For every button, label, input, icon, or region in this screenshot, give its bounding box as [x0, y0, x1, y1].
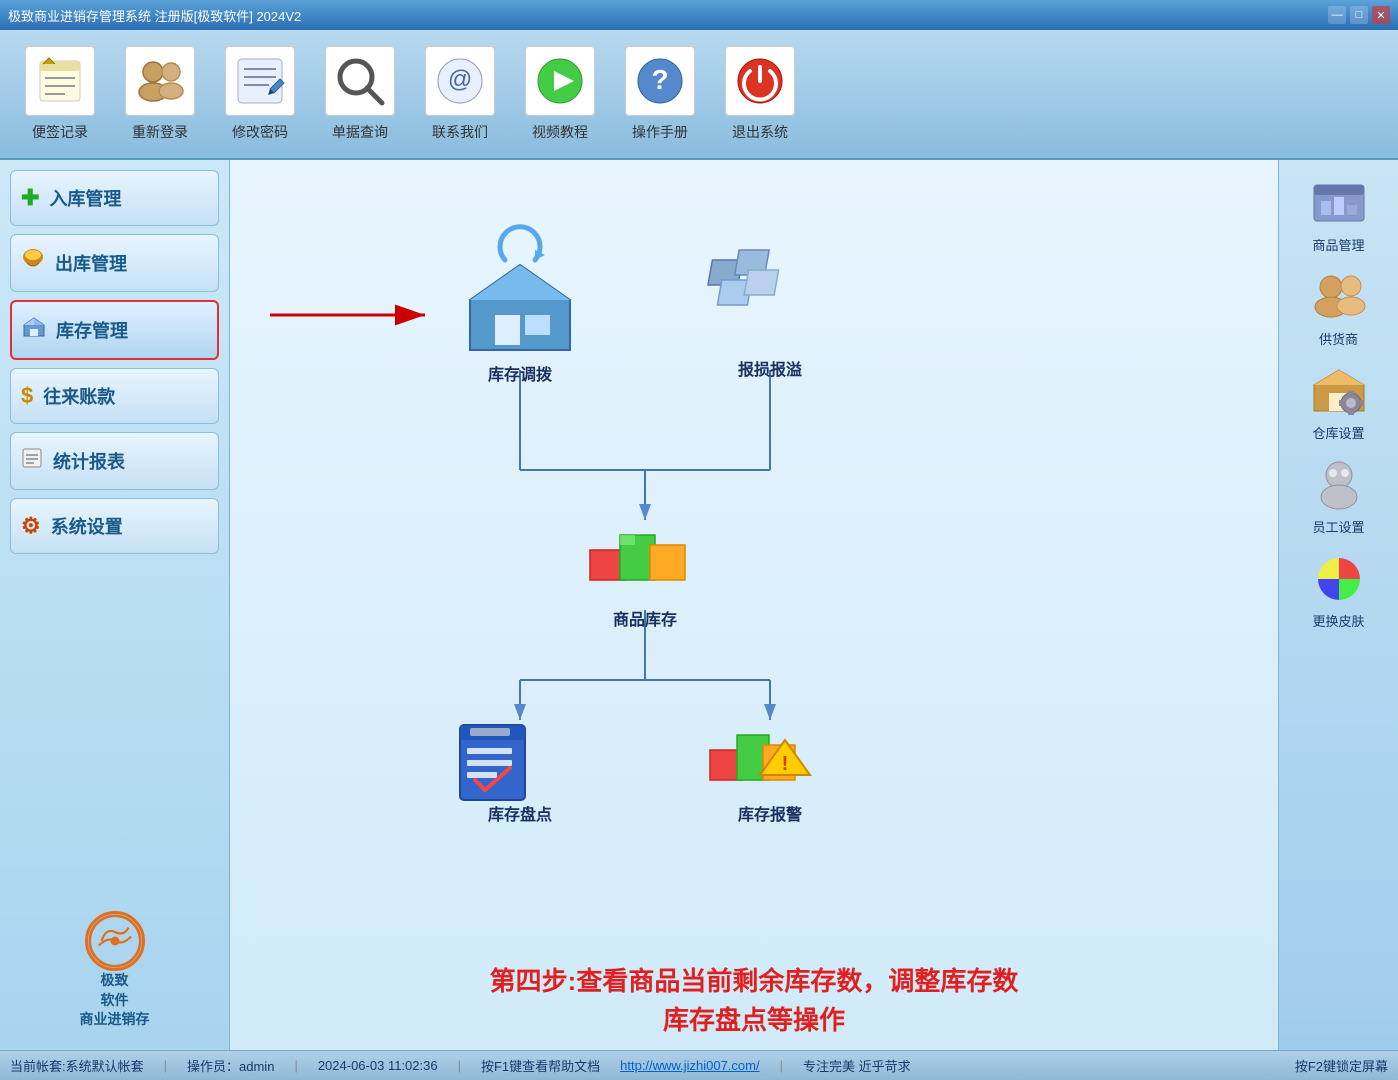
inventory-label: 库存管理 [56, 317, 128, 343]
logo-circle [85, 911, 145, 971]
query-icon [325, 46, 395, 116]
sticky-icon [25, 46, 95, 116]
logo-text: 极致 软件 商业进销存 [80, 971, 150, 1030]
relogin-icon [125, 46, 195, 116]
supplier-icon [1306, 269, 1371, 324]
reports-icon [21, 447, 43, 475]
sidebar-item-inbound[interactable]: ✚ 入库管理 [10, 170, 219, 226]
inbound-icon: ✚ [21, 185, 39, 211]
reports-label: 统计报表 [53, 448, 125, 474]
outbound-icon [21, 249, 45, 277]
right-btn-product[interactable]: 商品管理 [1306, 175, 1371, 254]
changepwd-icon [225, 46, 295, 116]
sidebar-item-reports[interactable]: 统计报表 [10, 432, 219, 490]
right-btn-employee[interactable]: 员工设置 [1306, 457, 1371, 536]
manual-label: 操作手册 [632, 122, 688, 142]
right-btn-warehouse[interactable]: 仓库设置 [1306, 363, 1371, 442]
skin-icon [1306, 551, 1371, 606]
toolbar-contact-btn[interactable]: @ 联系我们 [420, 46, 500, 142]
toolbar-relogin-btn[interactable]: 重新登录 [120, 46, 200, 142]
settings-icon: ⚙ [21, 513, 41, 539]
diagram-svg: 库存调拨 报损报溢 商品库存 [230, 160, 1278, 920]
employee-icon [1306, 457, 1371, 512]
sticky-label: 便签记录 [32, 122, 88, 142]
toolbar-changepwd-btn[interactable]: 修改密码 [220, 46, 300, 142]
toolbar-query-btn[interactable]: 单据查询 [320, 46, 400, 142]
supplier-label: 供货商 [1319, 329, 1358, 348]
status-help-url[interactable]: http://www.jizhi007.com/ [620, 1058, 759, 1073]
toolbar: 便签记录 重新登录 修改密码 [0, 30, 1398, 160]
video-label: 视频教程 [532, 122, 588, 142]
titlebar-title: 极致商业进销存管理系统 注册版[极致软件] 2024V2 [8, 6, 301, 25]
sidebar: ✚ 入库管理 出库管理 库存管理 [0, 160, 230, 1050]
damage-label: 报损报溢 [738, 360, 802, 379]
status-operator: 操作员：admin [187, 1056, 274, 1075]
manual-icon: ? [625, 46, 695, 116]
svg-text:?: ? [651, 64, 668, 95]
outbound-label: 出库管理 [55, 250, 127, 276]
minimize-btn[interactable]: — [1328, 6, 1346, 24]
toolbar-video-btn[interactable]: 视频教程 [520, 46, 600, 142]
sidebar-logo: 极致 软件 商业进销存 [10, 901, 219, 1040]
right-btn-supplier[interactable]: 供货商 [1306, 269, 1371, 348]
contact-icon: @ [425, 46, 495, 116]
sidebar-item-accounts[interactable]: $ 往来账款 [10, 368, 219, 424]
svg-text:!: ! [782, 753, 789, 775]
contact-label: 联系我们 [432, 122, 488, 142]
product-mgmt-label: 商品管理 [1312, 235, 1364, 254]
status-datetime: 2024-06-03 11:02:36 [318, 1058, 438, 1073]
status-slogan: 专注完美 近乎苛求 [803, 1056, 911, 1075]
statusbar: 当前帐套:系统默认帐套 | 操作员：admin | 2024-06-03 11:… [0, 1050, 1398, 1080]
accounts-icon: $ [21, 383, 33, 409]
count-node[interactable] [460, 725, 525, 800]
main-area: ✚ 入库管理 出库管理 库存管理 [0, 160, 1398, 1050]
sidebar-item-settings[interactable]: ⚙ 系统设置 [10, 498, 219, 554]
inbound-label: 入库管理 [49, 185, 121, 211]
toolbar-exit-btn[interactable]: 退出系统 [720, 46, 800, 142]
stock-node[interactable] [590, 535, 685, 580]
transfer-label: 库存调拨 [488, 365, 553, 384]
employee-label: 员工设置 [1312, 517, 1364, 536]
product-mgmt-icon [1306, 175, 1371, 230]
relogin-label: 重新登录 [132, 122, 188, 142]
stock-label: 商品库存 [613, 610, 677, 629]
alert-node[interactable]: ! [710, 735, 810, 780]
video-icon [525, 46, 595, 116]
titlebar-controls[interactable]: — □ ✕ [1328, 6, 1390, 24]
transfer-node[interactable] [470, 227, 570, 350]
content-area: 库存调拨 报损报溢 商品库存 [230, 160, 1278, 1050]
warehouse-label: 仓库设置 [1312, 423, 1364, 442]
status-help-prefix: 按F1键查看帮助文档 [481, 1056, 600, 1075]
accounts-label: 往来账款 [43, 383, 115, 409]
maximize-btn[interactable]: □ [1350, 6, 1368, 24]
toolbar-sticky-btn[interactable]: 便签记录 [20, 46, 100, 142]
status-account: 当前帐套:系统默认帐套 [10, 1056, 144, 1075]
alert-label: 库存报警 [738, 805, 802, 824]
svg-text:@: @ [448, 66, 472, 93]
query-label: 单据查询 [332, 122, 388, 142]
changepwd-label: 修改密码 [232, 122, 288, 142]
sidebar-item-inventory[interactable]: 库存管理 [10, 300, 219, 360]
count-label: 库存盘点 [488, 805, 552, 824]
right-panel: 商品管理 供货商 [1278, 160, 1398, 1050]
inventory-icon [22, 316, 46, 344]
warehouse-icon [1306, 363, 1371, 418]
skin-label: 更换皮肤 [1312, 611, 1364, 630]
titlebar: 极致商业进销存管理系统 注册版[极致软件] 2024V2 — □ ✕ [0, 0, 1398, 30]
sidebar-item-outbound[interactable]: 出库管理 [10, 234, 219, 292]
toolbar-manual-btn[interactable]: ? 操作手册 [620, 46, 700, 142]
right-btn-skin[interactable]: 更换皮肤 [1306, 551, 1371, 630]
close-btn[interactable]: ✕ [1372, 6, 1390, 24]
status-shortcut: 按F2键锁定屏幕 [1295, 1056, 1388, 1075]
exit-icon [725, 46, 795, 116]
damage-node[interactable] [708, 250, 779, 305]
exit-label: 退出系统 [732, 122, 788, 142]
settings-label: 系统设置 [51, 513, 123, 539]
description-text: 第四步:查看商品当前剩余库存数，调整库存数 库存盘点等操作 [260, 962, 1248, 1040]
